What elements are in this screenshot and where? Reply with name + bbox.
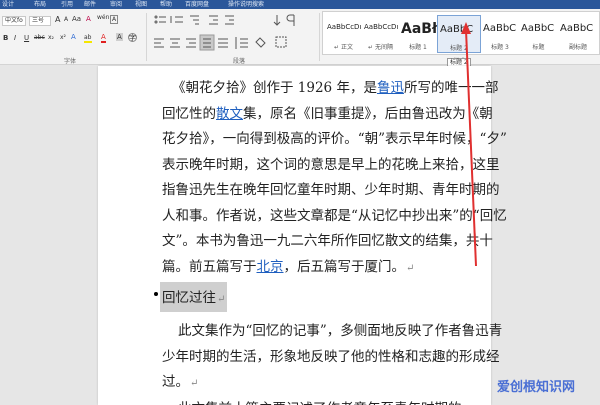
annotation-arrow <box>461 22 477 267</box>
watermark: 爱创根知识网 <box>497 380 576 395</box>
